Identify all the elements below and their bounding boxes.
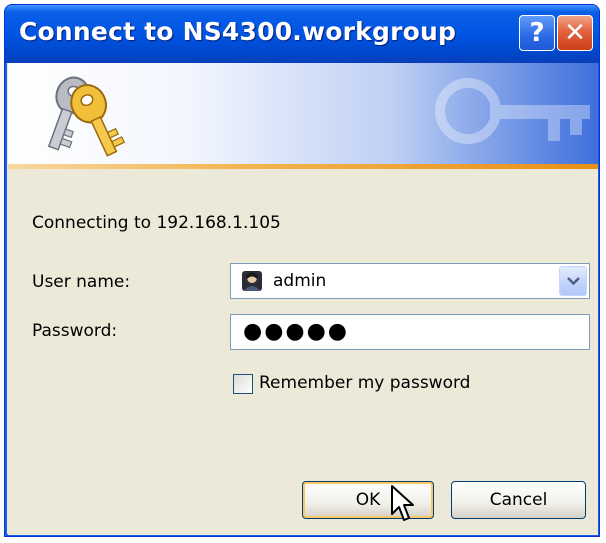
dropdown-arrow-button[interactable] xyxy=(559,266,587,296)
connecting-text: Connecting to 192.168.1.105 xyxy=(32,213,281,233)
password-mask: ●●●●● xyxy=(243,319,349,344)
cancel-button[interactable]: Cancel xyxy=(451,481,586,519)
mouse-cursor-icon xyxy=(391,485,414,521)
help-button[interactable]: ? xyxy=(519,15,555,51)
keys-icon xyxy=(47,76,126,157)
dialog-body: Connecting to 192.168.1.105 User name: a… xyxy=(8,169,598,535)
banner xyxy=(8,63,598,169)
username-combobox[interactable]: admin xyxy=(230,263,590,299)
titlebar[interactable]: Connect to NS4300.workgroup ? ✕ xyxy=(5,5,599,63)
dialog-title: Connect to NS4300.workgroup xyxy=(19,17,457,46)
keys-watermark-icon xyxy=(435,78,590,144)
close-button[interactable]: ✕ xyxy=(557,15,593,51)
remember-checkbox[interactable] xyxy=(233,374,253,394)
remember-label[interactable]: Remember my password xyxy=(259,373,470,393)
login-dialog: Connect to NS4300.workgroup ? ✕ Connecti… xyxy=(4,4,600,537)
password-field[interactable]: ●●●●● xyxy=(230,314,590,350)
username-value[interactable]: admin xyxy=(273,271,326,291)
user-avatar-icon xyxy=(242,271,262,291)
username-label: User name: xyxy=(32,272,131,292)
chevron-down-icon xyxy=(567,277,580,286)
password-label: Password: xyxy=(32,321,118,341)
